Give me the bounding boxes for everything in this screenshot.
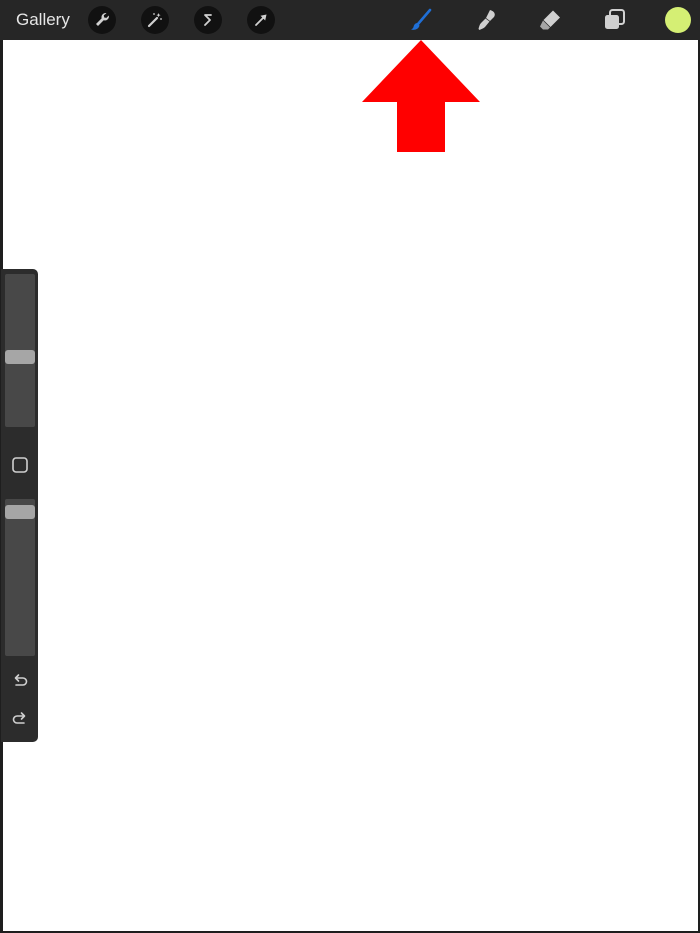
magic-wand-icon [147,13,162,28]
smudge-icon [478,10,495,30]
undo-icon [14,674,28,686]
opacity-slider[interactable] [5,499,35,656]
opacity-slider-thumb[interactable] [5,505,35,519]
selection-button[interactable] [194,6,222,34]
left-sidebar [1,269,38,742]
brush-tool-button[interactable] [406,5,436,35]
modify-square-icon [12,457,28,473]
eraser-icon [540,10,560,30]
selection-icon [204,14,212,26]
annotation-arrow [362,40,480,152]
layers-button[interactable] [599,5,629,35]
drawing-canvas[interactable] [3,40,698,931]
transform-button[interactable] [247,6,275,34]
procreate-app: Gallery [0,0,700,933]
brush-icon [411,8,432,30]
wrench-icon [96,13,109,26]
smudge-tool-button[interactable] [471,5,501,35]
adjustments-button[interactable] [141,6,169,34]
transform-arrow-icon [255,14,267,26]
gallery-button[interactable]: Gallery [16,9,70,31]
color-picker-button[interactable] [665,7,691,33]
redo-icon [12,712,26,724]
undo-button[interactable] [7,667,33,693]
layers-icon [605,9,625,29]
brush-size-slider-thumb[interactable] [5,350,35,364]
brush-size-slider[interactable] [5,274,35,427]
eraser-tool-button[interactable] [535,5,565,35]
redo-button[interactable] [7,705,33,731]
modify-button[interactable] [7,452,33,478]
top-toolbar: Gallery [0,0,700,40]
actions-button[interactable] [88,6,116,34]
